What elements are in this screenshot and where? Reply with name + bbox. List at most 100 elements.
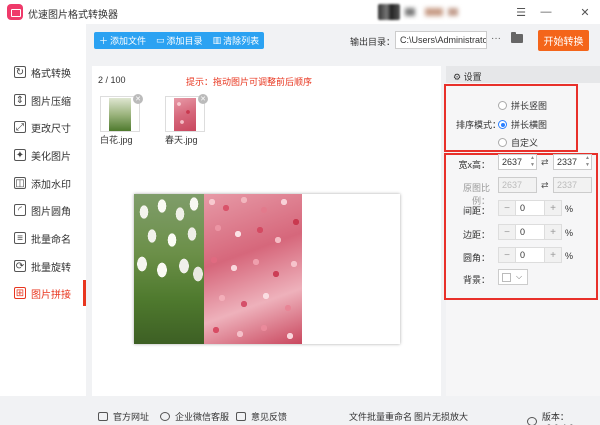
chevron-down-icon: ⌵ — [516, 272, 523, 281]
add-folder-button[interactable]: ▭ 添加目录 — [151, 32, 208, 49]
color-swatch — [502, 272, 511, 282]
file-thumbnail[interactable]: ✕ — [100, 94, 143, 132]
corner-value[interactable]: 0 — [515, 248, 545, 262]
sidebar-item-resize[interactable]: ⤢ 更改尺寸 — [0, 114, 86, 140]
minimize-button[interactable]: — — [537, 3, 555, 21]
output-dir-field[interactable]: C:\Users\Administrato — [395, 31, 487, 49]
file-count: 2 / 100 — [98, 75, 126, 85]
remove-file-icon[interactable]: ✕ — [133, 94, 143, 104]
swap-icon[interactable]: ⇄ — [541, 157, 549, 168]
sidebar-item-label: 图片压缩 — [31, 96, 71, 108]
file-name: 白花.jpg — [100, 135, 133, 145]
sidebar-item-label: 图片拼接 — [31, 289, 71, 301]
percent-unit: % — [565, 228, 574, 238]
thumbnail-image — [174, 98, 196, 131]
feedback-link[interactable]: 意见反馈 — [236, 410, 287, 423]
wechat-label: 企业微信客服 — [175, 412, 230, 422]
corner-stepper[interactable]: − 0 + — [498, 247, 562, 263]
sidebar-item-format-convert[interactable]: ↻ 格式转换 — [0, 59, 86, 85]
footer: 官方网址 企业微信客服 意见反馈 文件批量重命名 图片无损放大 版本：v2.0.… — [0, 406, 600, 425]
watermark-icon: ◫ — [14, 177, 26, 189]
radio-selected-icon — [498, 120, 507, 129]
increment-button[interactable]: + — [545, 248, 561, 262]
output-dir-label: 输出目录： — [350, 37, 396, 47]
ratio-height-input: 2337 — [553, 177, 592, 193]
sidebar-item-image-stitch[interactable]: ⊞ 图片拼接 — [0, 280, 86, 306]
sidebar-item-label: 添加水印 — [31, 179, 71, 191]
add-file-button[interactable]: ＋ 添加文件 — [94, 32, 151, 49]
decrement-button[interactable]: − — [499, 225, 515, 239]
sidebar-item-batch-rename[interactable]: ≡ 批量命名 — [0, 225, 86, 251]
settings-title: 设置 — [463, 72, 482, 82]
website-link[interactable]: 官方网址 — [98, 410, 149, 423]
toolbar: ＋ 添加文件 ▭ 添加目录 ▥ 清除列表 输出目录： C:\Users\Admi… — [86, 24, 600, 58]
close-button[interactable]: ✕ — [576, 3, 594, 21]
sidebar-item-label: 图片圆角 — [31, 206, 71, 218]
background-color-picker[interactable]: ⌵ — [498, 269, 528, 285]
user-name-blurred — [448, 8, 458, 16]
spacing-value[interactable]: 0 — [515, 201, 545, 215]
percent-unit: % — [565, 251, 574, 261]
sidebar-item-compress[interactable]: ⇕ 图片压缩 — [0, 87, 86, 113]
sidebar-item-label: 美化图片 — [31, 151, 71, 163]
settings-panel: ⚙ 设置 排序模式： 拼长竖图 拼长横图 自定义 宽x高： 2637 ▲ ▼ ⇄ 2… — [444, 66, 600, 396]
resize-icon: ⤢ — [14, 121, 26, 133]
width-input[interactable]: 2637 ▲ ▼ — [498, 154, 537, 170]
sidebar-item-round-corner[interactable]: ◜ 图片圆角 — [0, 197, 86, 223]
app-title: 优速图片格式转换器 — [28, 10, 118, 21]
clear-list-button[interactable]: ▥ 清除列表 — [208, 32, 265, 49]
open-folder-icon[interactable] — [511, 32, 523, 43]
file-actions-group: ＋ 添加文件 ▭ 添加目录 ▥ 清除列表 — [94, 32, 265, 49]
increment-button[interactable]: + — [545, 225, 561, 239]
stitch-icon: ⊞ — [14, 287, 26, 299]
menu-icon[interactable]: ☰ — [512, 3, 530, 21]
browse-more-button[interactable]: ··· — [491, 33, 501, 44]
size-label: 宽x高： — [458, 160, 490, 170]
mode-option-label: 自定义 — [511, 138, 539, 148]
mode-option-horizontal[interactable]: 拼长横图 — [498, 118, 547, 131]
add-file-icon: ＋ — [99, 36, 109, 46]
trash-icon: ▥ — [212, 35, 222, 45]
mode-option-vertical[interactable]: 拼长竖图 — [498, 99, 547, 112]
file-thumbnail[interactable]: ✕ — [165, 94, 208, 132]
mode-option-custom[interactable]: 自定义 — [498, 136, 538, 149]
feedback-label: 意见反馈 — [251, 412, 288, 422]
decrement-button[interactable]: − — [499, 248, 515, 262]
lossless-upscale-link[interactable]: 图片无损放大 — [414, 410, 468, 423]
sidebar-item-watermark[interactable]: ◫ 添加水印 — [0, 170, 86, 196]
sidebar-item-label: 批量旋转 — [31, 262, 71, 274]
mode-option-label: 拼长竖图 — [511, 101, 548, 111]
sort-mode-label: 排序模式： — [456, 120, 502, 130]
start-convert-button[interactable]: 开始转换 — [538, 30, 589, 51]
percent-unit: % — [565, 204, 574, 214]
app-logo-icon — [7, 4, 23, 20]
margin-stepper[interactable]: − 0 + — [498, 224, 562, 240]
user-avatar[interactable] — [378, 4, 400, 20]
thumbnail-image — [109, 98, 131, 131]
mode-option-label: 拼长横图 — [511, 120, 548, 130]
gear-icon: ⚙ — [453, 72, 462, 82]
feedback-icon — [236, 412, 246, 421]
add-folder-label: 添加目录 — [166, 36, 203, 46]
height-input[interactable]: 2337 ▲ ▼ — [553, 154, 592, 170]
user-name-blurred — [425, 8, 443, 16]
user-name-blurred — [405, 8, 415, 16]
increment-button[interactable]: + — [545, 201, 561, 215]
margin-label: 边距： — [462, 230, 490, 240]
decrement-button[interactable]: − — [499, 201, 515, 215]
batch-rename-link[interactable]: 文件批量重命名 — [349, 410, 412, 423]
settings-header: ⚙ 设置 — [446, 66, 600, 83]
sidebar-item-batch-rotate[interactable]: ⟳ 批量旋转 — [0, 253, 86, 279]
drag-hint: 提示：拖动图片可调整前后顺序 — [186, 77, 313, 87]
remove-file-icon[interactable]: ✕ — [198, 94, 208, 104]
image-workspace: 2 / 100 提示：拖动图片可调整前后顺序 ✕ 白花.jpg ✕ 春天.jpg — [92, 66, 441, 396]
sidebar-item-label: 批量命名 — [31, 234, 71, 246]
spacing-stepper[interactable]: − 0 + — [498, 200, 562, 216]
margin-value[interactable]: 0 — [515, 225, 545, 239]
clear-list-label: 清除列表 — [223, 36, 260, 46]
wechat-support-link[interactable]: 企业微信客服 — [160, 410, 229, 423]
spacing-label: 间距： — [462, 206, 490, 216]
active-indicator — [83, 280, 86, 306]
sidebar-item-beautify[interactable]: ✦ 美化图片 — [0, 142, 86, 168]
radio-icon — [498, 138, 507, 147]
